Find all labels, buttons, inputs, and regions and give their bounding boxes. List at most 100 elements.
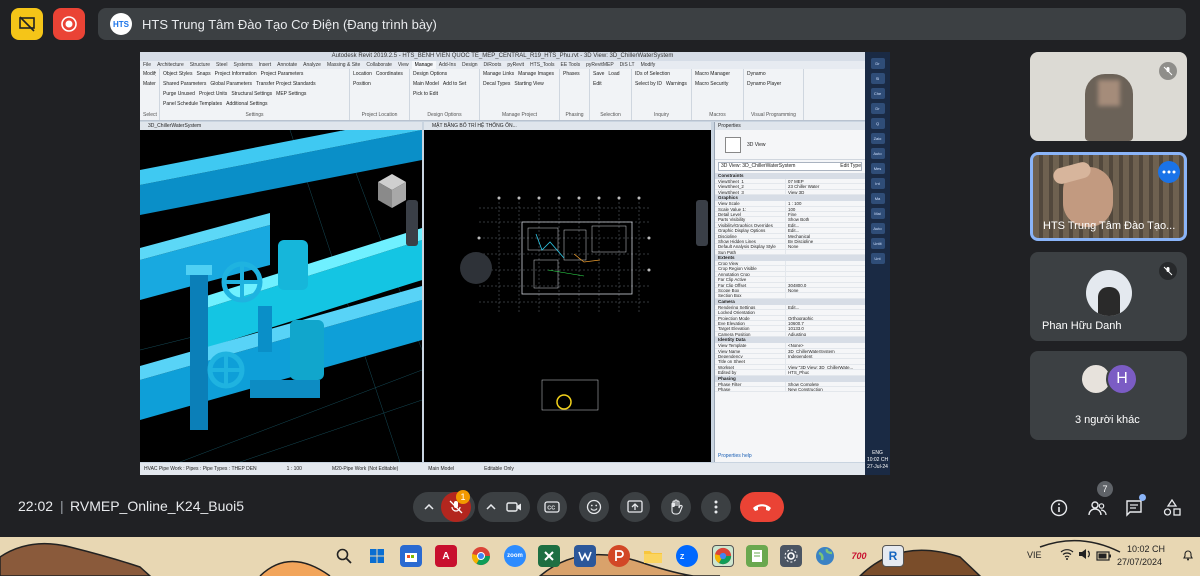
- property-value[interactable]: [785, 293, 865, 298]
- more-options-button[interactable]: [1158, 161, 1180, 183]
- property-value[interactable]: [785, 359, 865, 364]
- property-value[interactable]: [785, 266, 865, 271]
- property-value[interactable]: [785, 261, 865, 266]
- revit-tab[interactable]: Architecture: [154, 61, 187, 69]
- revit-tab[interactable]: Steel: [213, 61, 230, 69]
- property-value[interactable]: By Discipline: [785, 238, 865, 244]
- revit-tab[interactable]: File: [140, 61, 154, 69]
- ribbon-button[interactable]: Phases: [563, 71, 580, 77]
- taskbar-autocad-icon[interactable]: A: [435, 545, 457, 567]
- remote-taskbar-app[interactable]: Int: [870, 178, 885, 189]
- revit-tab[interactable]: DiRoots: [481, 61, 505, 69]
- properties-instance-select[interactable]: 3D View: 3D_ChillerWaterSystem Edit Type: [718, 162, 862, 171]
- ribbon-button[interactable]: Save: [593, 71, 604, 77]
- property-value[interactable]: 10133.0: [785, 326, 865, 331]
- remote-taskbar-app[interactable]: Zalo: [870, 133, 885, 144]
- ribbon-button[interactable]: Additional Settings: [226, 101, 267, 107]
- ribbon-button[interactable]: IDs of Selection: [635, 71, 670, 77]
- remote-taskbar-app[interactable]: Mes: [870, 163, 885, 174]
- taskbar-search-icon[interactable]: [333, 545, 355, 567]
- revit-tab[interactable]: Structure: [187, 61, 213, 69]
- property-value[interactable]: None: [785, 288, 865, 293]
- revit-tab[interactable]: Systems: [230, 61, 255, 69]
- property-value[interactable]: [785, 310, 865, 315]
- camera-toggle-button[interactable]: [501, 501, 527, 513]
- ribbon-button[interactable]: Shared Parameters: [163, 81, 206, 87]
- ribbon-button[interactable]: Design Options: [413, 71, 447, 77]
- property-value[interactable]: None: [785, 244, 865, 249]
- view-tab-plan[interactable]: MẶT BẰNG BỐ TRÍ HỆ THỐNG ỐN...: [424, 122, 711, 130]
- property-value[interactable]: Edit...: [785, 304, 865, 310]
- property-value[interactable]: 10600.7: [785, 320, 865, 326]
- taskbar-time[interactable]: 10:02 CH: [1127, 544, 1165, 554]
- revit-tab[interactable]: Insert: [256, 61, 275, 69]
- remote-taskbar-app[interactable]: Q: [870, 118, 885, 129]
- activities-button[interactable]: [1160, 496, 1184, 520]
- property-value[interactable]: 07 MEP: [785, 179, 865, 184]
- meeting-details-button[interactable]: [1047, 496, 1071, 520]
- taskbar-notes-icon[interactable]: [746, 545, 768, 567]
- property-value[interactable]: <None>: [785, 343, 865, 348]
- ribbon-button[interactable]: Macro Manager: [695, 71, 730, 77]
- taskbar-folder-icon[interactable]: [642, 545, 664, 567]
- participant-tile-1[interactable]: [1030, 52, 1187, 141]
- properties-row[interactable]: Phase New Construction: [715, 386, 865, 393]
- remote-taskbar-app[interactable]: Unt: [870, 253, 885, 264]
- property-value[interactable]: Mechanical: [785, 233, 865, 238]
- ribbon-button[interactable]: Macro Security: [695, 81, 728, 87]
- ribbon-button[interactable]: Dynamo: [747, 71, 766, 77]
- ribbon-button[interactable]: Position: [353, 81, 371, 87]
- revit-tab[interactable]: Modify: [638, 61, 659, 69]
- property-value[interactable]: 100: [785, 206, 865, 211]
- properties-help-link[interactable]: Properties help: [718, 453, 752, 459]
- taskbar-date[interactable]: 27/07/2024: [1117, 557, 1162, 567]
- property-value[interactable]: Orthographic: [785, 315, 865, 320]
- taskbar-word-icon[interactable]: [574, 545, 596, 567]
- property-value[interactable]: [785, 271, 865, 277]
- ribbon-button[interactable]: Structural Settings: [231, 91, 272, 97]
- tray-volume-icon[interactable]: [1078, 547, 1092, 565]
- ribbon-button[interactable]: Snaps: [196, 71, 210, 77]
- recording-button[interactable]: [53, 8, 85, 40]
- taskbar-revit-icon[interactable]: R: [882, 545, 904, 567]
- property-value[interactable]: Show Complete: [785, 381, 865, 386]
- taskbar-excel-icon[interactable]: [538, 545, 560, 567]
- ribbon-button[interactable]: Select by ID: [635, 81, 662, 87]
- reactions-button[interactable]: [579, 492, 609, 522]
- taskbar-settings-icon[interactable]: [780, 545, 802, 567]
- revit-tab[interactable]: Massing & Site: [324, 61, 363, 69]
- taskbar-zalo-icon[interactable]: Z: [676, 545, 698, 567]
- ribbon-button[interactable]: Transfer Project Standards: [256, 81, 316, 87]
- revit-tab[interactable]: Collaborate: [363, 61, 395, 69]
- ribbon-button[interactable]: Purge Unused: [163, 91, 195, 97]
- property-value[interactable]: [785, 277, 865, 282]
- taskbar-store-icon[interactable]: [400, 545, 422, 567]
- remote-taskbar-app[interactable]: Auto: [870, 223, 885, 234]
- remote-taskbar-app[interactable]: Dr: [870, 58, 885, 69]
- ribbon-button[interactable]: Global Parameters: [210, 81, 252, 87]
- taskbar-zoom-icon[interactable]: zoom: [504, 545, 526, 567]
- ribbon-button[interactable]: Project Information: [215, 71, 257, 77]
- participant-tile-3[interactable]: Phan Hữu Danh: [1030, 252, 1187, 341]
- property-value[interactable]: 304800.0: [785, 282, 865, 288]
- taskbar-powerpoint-icon[interactable]: [608, 545, 630, 567]
- more-options-menu-button[interactable]: [701, 492, 731, 522]
- remote-taskbar-app[interactable]: Sl: [870, 73, 885, 84]
- remote-taskbar-app[interactable]: Auto: [870, 148, 885, 159]
- revit-tab[interactable]: DiS LT: [617, 61, 638, 69]
- revit-tab[interactable]: Annotate: [274, 61, 300, 69]
- ribbon-button[interactable]: Project Parameters: [261, 71, 304, 77]
- ribbon-button[interactable]: Dynamo Player: [747, 81, 781, 87]
- property-value[interactable]: View "3D View: 3D_ChillerWate...: [785, 364, 865, 370]
- ribbon-button[interactable]: Panel Schedule Templates: [163, 101, 222, 107]
- taskbar-chrome-icon[interactable]: [470, 545, 492, 567]
- revit-tab[interactable]: View: [395, 61, 412, 69]
- remote-taskbar-app[interactable]: Mai: [870, 208, 885, 219]
- ribbon-button[interactable]: Manage Images: [518, 71, 554, 77]
- taskbar-chrome-active-icon[interactable]: [712, 545, 734, 567]
- ribbon-button[interactable]: Edit: [593, 81, 602, 87]
- ribbon-button[interactable]: Location: [353, 71, 372, 77]
- taskbar-maps-icon[interactable]: [814, 545, 836, 567]
- tray-battery-icon[interactable]: [1096, 548, 1112, 566]
- present-screen-button[interactable]: [620, 492, 650, 522]
